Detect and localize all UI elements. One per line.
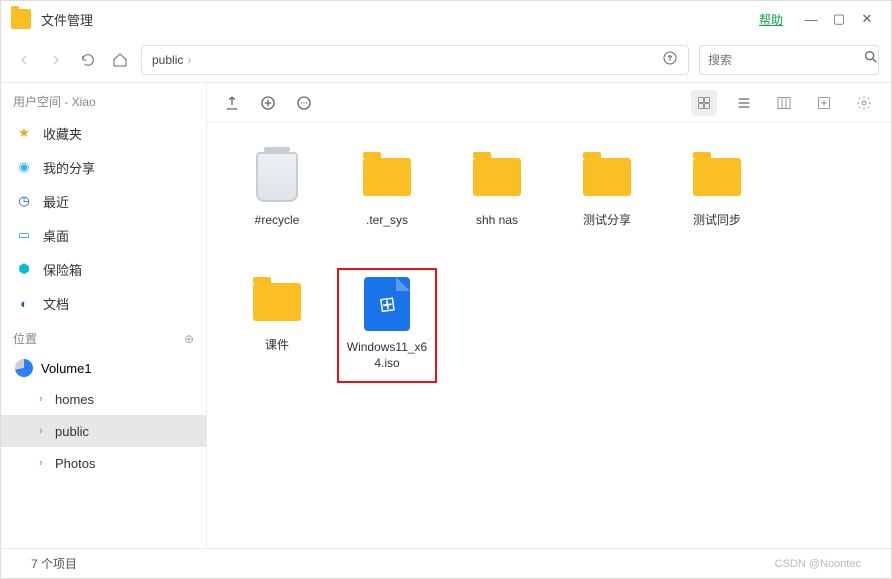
chevron-right-icon: › [187,53,191,67]
tree-item-homes[interactable]: › homes [1,383,206,415]
watermark: CSDN @Noontec [775,558,861,570]
clock-icon: ◷ [15,192,33,210]
vault-icon: ⬢ [15,260,33,278]
nav-bar: public › [1,37,891,83]
recycle-bin-icon [256,152,298,202]
doc-icon: ◐ [15,294,33,312]
search-icon [863,49,879,70]
file-item[interactable]: ⊞ Windows11_x64.iso [337,268,437,383]
address-bar[interactable]: public › [141,45,689,75]
file-item[interactable]: .ter_sys [337,143,437,258]
windows-glyph-icon: ⊞ [377,290,397,317]
search-box[interactable] [699,45,879,75]
sidebar-item-label: 保险箱 [43,260,82,279]
folder-icon [693,158,741,196]
sidebar-user-section: 用户空间 - Xiao [1,83,206,116]
tree-item-label: Photos [55,456,95,471]
sidebar-item-label: 我的分享 [43,158,95,177]
sidebar-item-desktop[interactable]: ▭ 桌面 [1,218,206,252]
file-label: 测试分享 [579,213,635,229]
sidebar-item-documents[interactable]: ◐ 文档 [1,286,206,320]
sidebar-item-recent[interactable]: ◷ 最近 [1,184,206,218]
volume-icon [15,359,33,377]
refresh-button[interactable] [77,49,99,71]
chevron-right-icon: › [39,457,49,469]
settings-button[interactable] [851,90,877,116]
sidebar-item-label: 最近 [43,192,69,211]
status-bar: 7 个项目 CSDN @Noontec [1,548,891,578]
tree-item-public[interactable]: › public [1,415,206,447]
new-button[interactable] [257,92,279,114]
folder-icon [363,158,411,196]
app-title: 文件管理 [41,10,93,29]
desktop-icon: ▭ [15,226,33,244]
search-input[interactable] [708,53,863,67]
tree-item-label: public [55,424,89,439]
new-window-button[interactable] [811,90,837,116]
item-count: 7 个项目 [31,555,77,572]
file-item[interactable]: shh nas [447,143,547,258]
file-label: 课件 [261,338,293,354]
back-button[interactable] [13,49,35,71]
tree-item-photos[interactable]: › Photos [1,447,206,479]
forward-button[interactable] [45,49,67,71]
folder-icon [253,283,301,321]
file-item[interactable]: 测试同步 [667,143,767,258]
sidebar-volume[interactable]: Volume1 [1,353,206,383]
sidebar-item-label: 文档 [43,294,69,313]
file-item[interactable]: #recycle [227,143,327,258]
file-label: #recycle [251,213,304,229]
main-pane: #recycle .ter_sys shh nas 测试分享 测试同步课件 ⊞ Window… [207,83,891,548]
folder-icon [473,158,521,196]
sidebar-item-share[interactable]: ◉ 我的分享 [1,150,206,184]
file-grid: #recycle .ter_sys shh nas 测试分享 测试同步课件 ⊞ Window… [207,123,891,548]
sidebar-item-vault[interactable]: ⬢ 保险箱 [1,252,206,286]
file-label: Windows11_x64.iso [339,340,435,371]
list-view-button[interactable] [731,90,757,116]
up-level-button[interactable] [662,50,678,69]
share-icon: ◉ [15,158,33,176]
iso-file-icon: ⊞ [364,277,410,331]
help-link[interactable]: 帮助 [759,11,783,28]
chevron-right-icon: › [39,393,49,405]
sidebar: 用户空间 - Xiao ★收藏夹 ◉我的分享 ◷最近 ▭桌面 ⬢保险箱 ◐文档 … [1,83,207,548]
file-label: shh nas [472,213,522,229]
toolbar [207,83,891,123]
grid-view-button[interactable] [691,90,717,116]
file-label: .ter_sys [362,213,412,229]
app-icon [11,9,31,29]
title-bar: 文件管理 帮助 — ▢ ✕ [1,1,891,37]
folder-icon [583,158,631,196]
panel-view-button[interactable] [771,90,797,116]
sidebar-item-label: 桌面 [43,226,69,245]
file-label: 测试同步 [689,213,745,229]
chevron-right-icon: › [39,425,49,437]
breadcrumb-item[interactable]: public [152,53,183,67]
close-button[interactable]: ✕ [853,5,881,33]
add-location-button[interactable]: ⊕ [184,332,194,346]
upload-button[interactable] [221,92,243,114]
volume-label: Volume1 [41,361,92,376]
sidebar-item-favorites[interactable]: ★ 收藏夹 [1,116,206,150]
sidebar-user-title: 用户空间 - Xiao [13,93,96,110]
sidebar-item-label: 收藏夹 [43,124,82,143]
more-button[interactable] [293,92,315,114]
maximize-button[interactable]: ▢ [825,5,853,33]
file-item[interactable]: 课件 [227,268,327,383]
sidebar-location-section: 位置 ⊕ [1,320,206,353]
home-button[interactable] [109,49,131,71]
star-icon: ★ [15,124,33,142]
sidebar-location-title: 位置 [13,330,37,347]
file-item[interactable]: 测试分享 [557,143,657,258]
tree-item-label: homes [55,392,94,407]
minimize-button[interactable]: — [797,5,825,33]
